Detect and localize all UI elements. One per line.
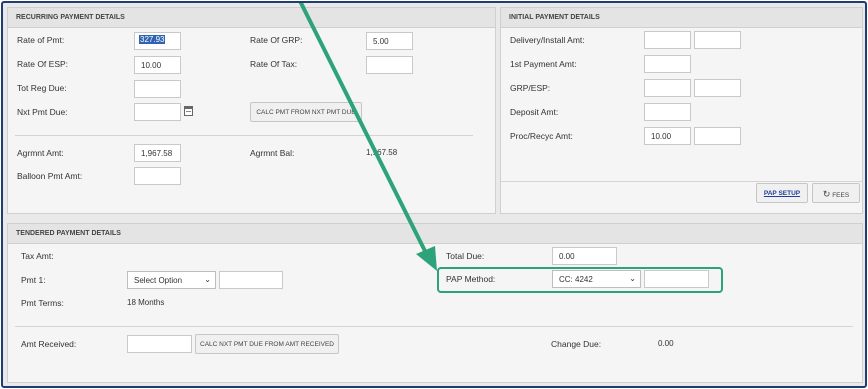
payment-window: RECURRING PAYMENT DETAILS Rate of Pmt: 3… bbox=[1, 1, 867, 388]
annotation-arrow bbox=[299, 3, 437, 271]
